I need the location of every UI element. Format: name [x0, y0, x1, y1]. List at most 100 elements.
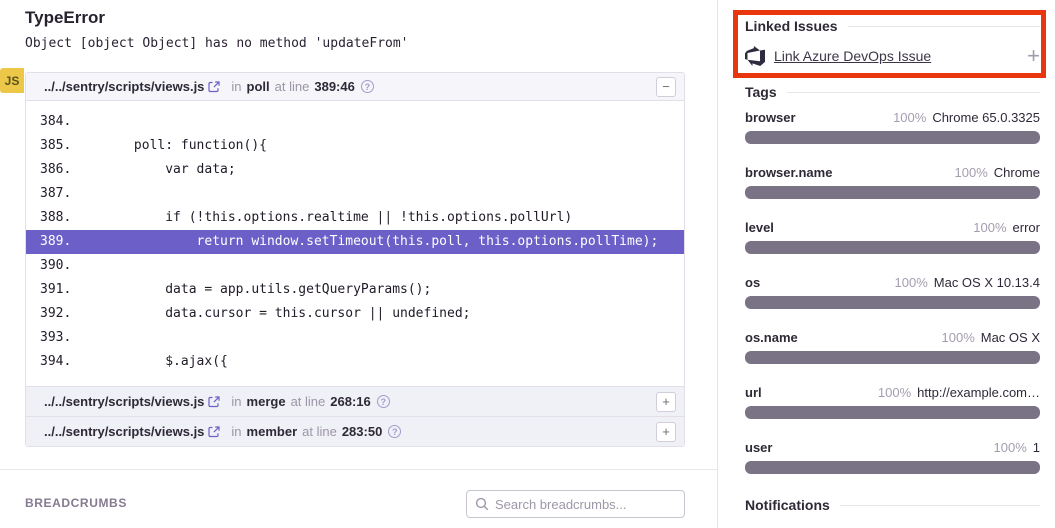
frame-function: member: [247, 424, 298, 439]
search-icon: [475, 497, 489, 511]
tag-value[interactable]: Mac OS X: [981, 330, 1040, 345]
in-label: in: [231, 394, 241, 409]
open-in-new-icon[interactable]: [208, 81, 220, 93]
open-in-new-icon[interactable]: [208, 396, 220, 408]
frame-file-link[interactable]: ../../sentry/scripts/views.js: [44, 79, 204, 94]
tag-key: os.name: [745, 330, 798, 345]
tag-value[interactable]: http://example.com…: [917, 385, 1040, 400]
tags-heading: Tags: [745, 84, 1040, 100]
code-text: data = app.utils.getQueryParams();: [71, 278, 431, 302]
notifications-heading: Notifications: [745, 497, 1040, 513]
tag-key: os: [745, 275, 760, 290]
tag-value[interactable]: 1: [1033, 440, 1040, 455]
heading-rule: [787, 92, 1040, 93]
error-title: TypeError: [25, 8, 105, 28]
tag-value[interactable]: Mac OS X 10.13.4: [934, 275, 1040, 290]
line-number: 390.: [26, 254, 71, 278]
tags-heading-label: Tags: [745, 84, 777, 100]
frame-line-number: 389:46: [314, 79, 354, 94]
frame-file-link[interactable]: ../../sentry/scripts/views.js: [44, 424, 204, 439]
stack-frame-header-merge[interactable]: ../../sentry/scripts/views.js in merge a…: [26, 386, 684, 416]
tag-percent: 100%: [895, 275, 928, 290]
line-number: 394.: [26, 350, 71, 374]
link-azure-devops-row[interactable]: Link Azure DevOps Issue +: [745, 46, 1040, 66]
search-breadcrumbs-input[interactable]: [495, 497, 676, 512]
code-line: 394. $.ajax({: [26, 350, 684, 374]
line-number: 384.: [26, 110, 71, 134]
tag-distribution-bar[interactable]: [745, 131, 1040, 144]
tag-distribution-bar[interactable]: [745, 241, 1040, 254]
issue-detail-page: TypeError Object [object Object] has no …: [0, 0, 1055, 528]
tag-row-browser: browser 100% Chrome 65.0.3325: [745, 110, 1040, 144]
code-text: return window.setTimeout(this.poll, this…: [71, 230, 658, 254]
tag-key: browser.name: [745, 165, 832, 180]
code-line: 386. var data;: [26, 158, 684, 182]
code-line: 385. poll: function(){: [26, 134, 684, 158]
tag-row-user: user 100% 1: [745, 440, 1040, 474]
error-message: Object [object Object] has no method 'up…: [25, 36, 409, 51]
tag-value[interactable]: error: [1013, 220, 1040, 235]
frame-line-number: 283:50: [342, 424, 382, 439]
frame-file-link[interactable]: ../../sentry/scripts/views.js: [44, 394, 204, 409]
code-line: 390.: [26, 254, 684, 278]
tag-distribution-bar[interactable]: [745, 351, 1040, 364]
tag-distribution-bar[interactable]: [745, 406, 1040, 419]
column-divider: [717, 0, 718, 528]
tag-percent: 100%: [878, 385, 911, 400]
expand-frame-button[interactable]: +: [656, 392, 676, 412]
tag-percent: 100%: [994, 440, 1027, 455]
code-text: poll: function(){: [71, 134, 267, 158]
tag-key: browser: [745, 110, 796, 125]
tag-value[interactable]: Chrome: [994, 165, 1040, 180]
line-number: 386.: [26, 158, 71, 182]
tag-row-os.name: os.name100%Mac OS X: [745, 330, 1040, 364]
code-line: 384.: [26, 110, 684, 134]
frame-function: merge: [247, 394, 286, 409]
link-azure-devops-issue-link[interactable]: Link Azure DevOps Issue: [774, 48, 931, 64]
add-linked-issue-button[interactable]: +: [1027, 46, 1040, 66]
tag-row-browser.name: browser.name 100% Chrome: [745, 165, 1040, 199]
collapse-frame-button[interactable]: −: [656, 77, 676, 97]
tag-value[interactable]: Chrome 65.0.3325: [932, 110, 1040, 125]
line-number: 393.: [26, 326, 71, 350]
stack-frame-header-member[interactable]: ../../sentry/scripts/views.js in member …: [26, 416, 684, 446]
at-line-label: at line: [275, 79, 310, 94]
tag-key: url: [745, 385, 762, 400]
tag-key: level: [745, 220, 774, 235]
code-line: 387.: [26, 182, 684, 206]
code-text: $.ajax({: [71, 350, 228, 374]
platform-js-badge: JS: [0, 68, 24, 93]
stack-frame-header-poll[interactable]: ../../sentry/scripts/views.js in poll at…: [26, 73, 684, 101]
code-line-highlighted: 389. return window.setTimeout(this.poll,…: [26, 230, 684, 254]
azure-devops-icon: [745, 46, 765, 66]
in-label: in: [231, 424, 241, 439]
tag-row-url: url 100% http://example.com…: [745, 385, 1040, 419]
code-line: 392. data.cursor = this.cursor || undefi…: [26, 302, 684, 326]
source-code-context: 384.385. poll: function(){386. var data;…: [26, 101, 684, 386]
at-line-label: at line: [291, 394, 326, 409]
line-number: 389.: [26, 230, 71, 254]
tag-percent: 100%: [955, 165, 988, 180]
linked-issues-heading-label: Linked Issues: [745, 18, 838, 34]
linked-issues-heading: Linked Issues: [745, 18, 1040, 34]
line-number: 392.: [26, 302, 71, 326]
code-text: data.cursor = this.cursor || undefined;: [71, 302, 470, 326]
help-circle-icon[interactable]: ?: [377, 395, 390, 408]
line-number: 385.: [26, 134, 71, 158]
expand-frame-button[interactable]: +: [656, 422, 676, 442]
tag-distribution-bar[interactable]: [745, 296, 1040, 309]
breadcrumbs-heading: BREADCRUMBS: [25, 496, 127, 510]
open-in-new-icon[interactable]: [208, 426, 220, 438]
section-divider: [0, 469, 717, 470]
tag-distribution-bar[interactable]: [745, 186, 1040, 199]
help-circle-icon[interactable]: ?: [361, 80, 374, 93]
line-number: 387.: [26, 182, 71, 206]
breadcrumbs-search[interactable]: [466, 490, 685, 518]
code-line: 391. data = app.utils.getQueryParams();: [26, 278, 684, 302]
tag-row-level: level100%error: [745, 220, 1040, 254]
code-text: if (!this.options.realtime || !this.opti…: [71, 206, 572, 230]
tag-distribution-bar[interactable]: [745, 461, 1040, 474]
help-circle-icon[interactable]: ?: [388, 425, 401, 438]
tag-key: user: [745, 440, 772, 455]
tag-percent: 100%: [893, 110, 926, 125]
